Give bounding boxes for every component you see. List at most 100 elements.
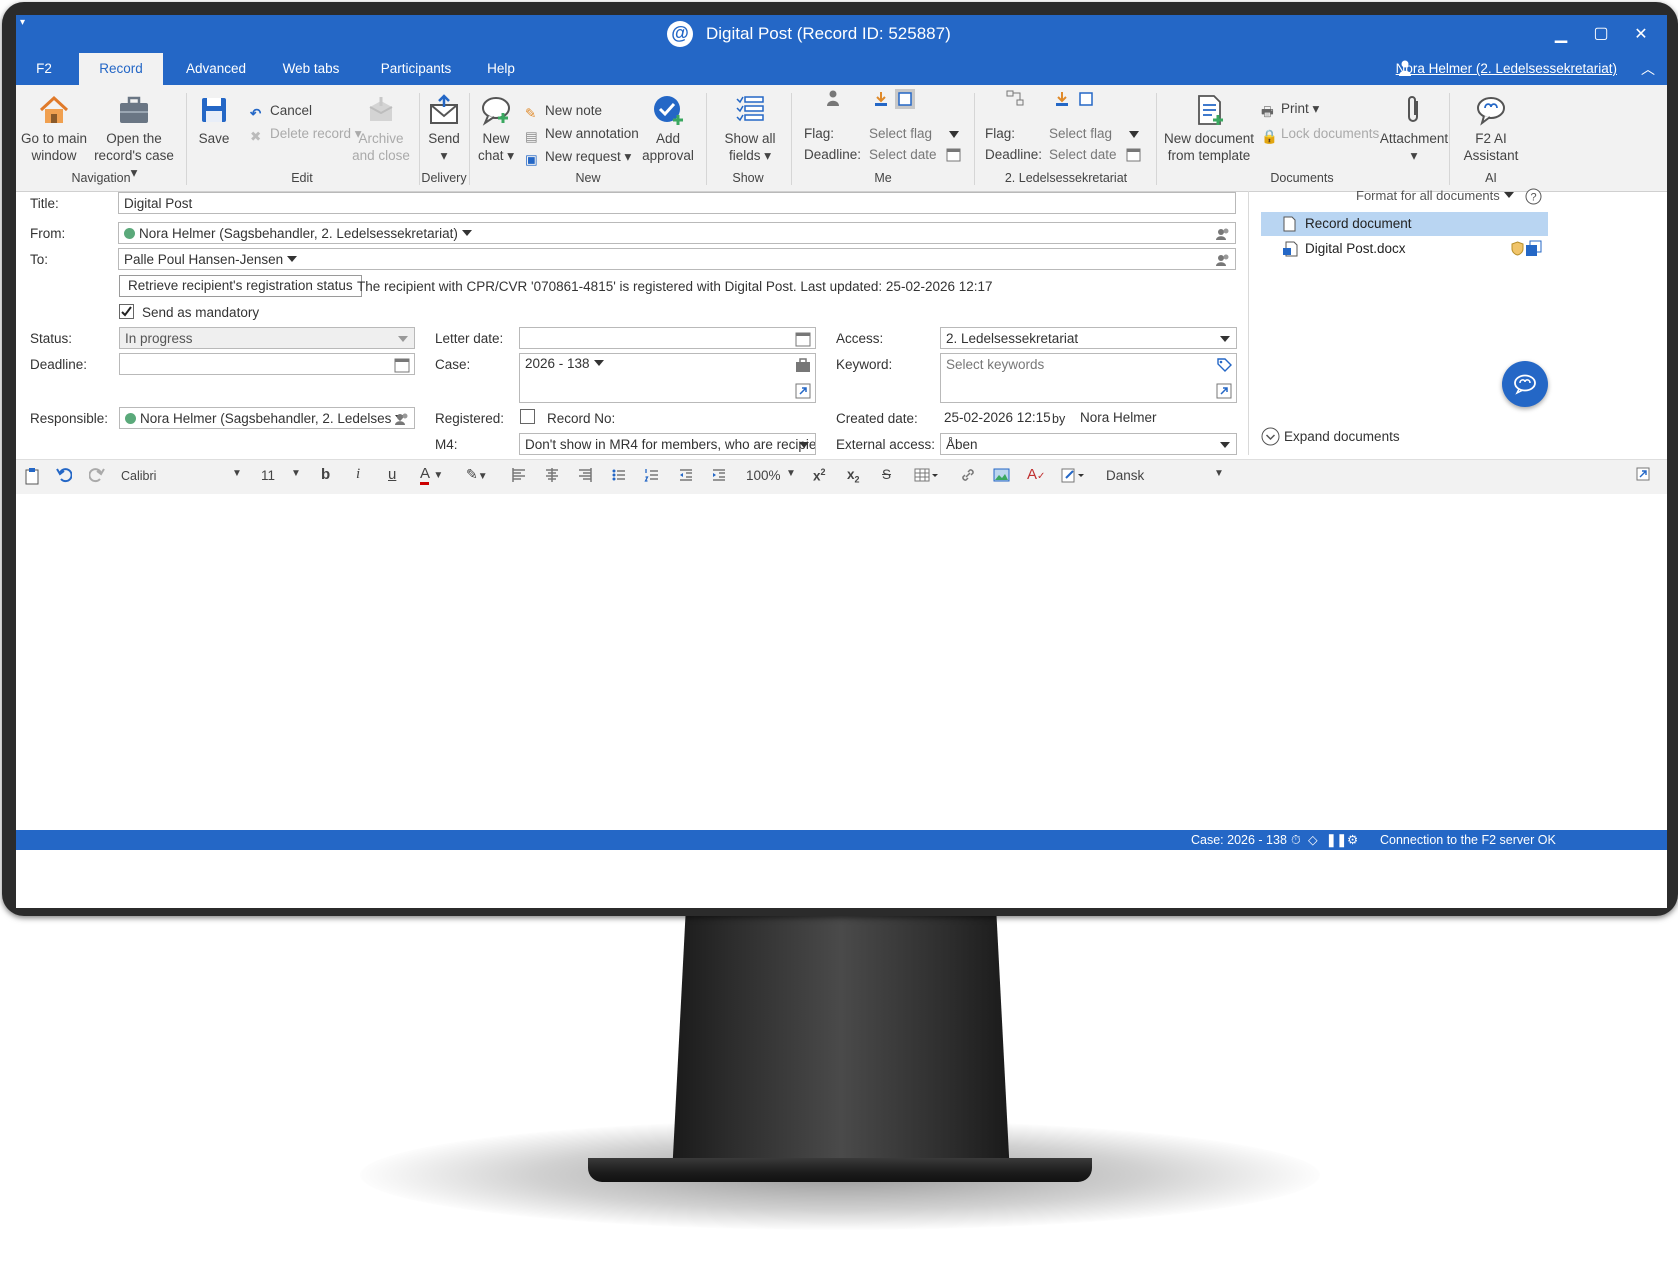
redo-icon[interactable] bbox=[89, 467, 105, 483]
responsible-field[interactable]: Nora Helmer (Sagsbehandler, 2. Ledelses bbox=[119, 407, 415, 429]
editor-body[interactable] bbox=[16, 494, 1667, 830]
me-deadline-select[interactable]: Select date bbox=[869, 147, 937, 162]
open-records-case-button[interactable]: Open the record's case ▾ bbox=[94, 93, 174, 181]
tab-f2[interactable]: F2 bbox=[26, 53, 62, 85]
align-right-icon[interactable] bbox=[577, 467, 593, 483]
track-changes-icon[interactable] bbox=[1061, 467, 1089, 483]
unit-flag-dropdown-icon[interactable] bbox=[1129, 131, 1139, 138]
image-icon[interactable] bbox=[993, 467, 1010, 483]
from-field[interactable]: Nora Helmer (Sagsbehandler, 2. Ledelsess… bbox=[118, 222, 1236, 244]
letter-date-field[interactable] bbox=[519, 327, 816, 349]
lock-documents-button[interactable]: 🔒 Lock documents bbox=[1261, 126, 1379, 144]
calendar-icon[interactable] bbox=[1126, 147, 1141, 162]
chevron-down-icon[interactable] bbox=[287, 256, 298, 262]
align-center-icon[interactable] bbox=[544, 467, 560, 483]
contacts-icon[interactable] bbox=[1215, 226, 1231, 242]
chevron-down-icon[interactable] bbox=[1220, 336, 1230, 342]
timer-icon[interactable]: ⏱ bbox=[1291, 830, 1301, 850]
undo-icon[interactable] bbox=[56, 467, 72, 483]
increase-indent-icon[interactable] bbox=[711, 467, 727, 483]
new-document-from-template-button[interactable]: New document from template bbox=[1162, 93, 1256, 164]
registered-checkbox[interactable] bbox=[520, 409, 535, 424]
subscript-icon[interactable]: x2 bbox=[847, 467, 860, 485]
save-button[interactable]: Save bbox=[192, 93, 236, 147]
link-icon[interactable] bbox=[960, 467, 976, 483]
delete-record-button[interactable]: ✖ Delete record ▾ bbox=[250, 126, 362, 144]
ai-chat-floating-button[interactable] bbox=[1502, 361, 1548, 407]
tab-participants[interactable]: Participants bbox=[366, 53, 466, 85]
contacts-icon[interactable] bbox=[394, 411, 410, 427]
expand-documents-button[interactable]: Expand documents bbox=[1261, 427, 1400, 446]
attachment-button[interactable]: Attachment ▾ bbox=[1376, 93, 1452, 164]
calendar-icon[interactable] bbox=[795, 331, 811, 347]
pause-icon[interactable]: ❚❚ bbox=[1326, 830, 1347, 850]
status-select[interactable]: In progress bbox=[119, 327, 415, 349]
title-field[interactable]: Digital Post bbox=[118, 192, 1236, 214]
tab-record[interactable]: Record bbox=[79, 53, 163, 85]
cancel-button[interactable]: ↶ Cancel bbox=[250, 103, 312, 121]
italic-icon[interactable]: i bbox=[356, 466, 360, 483]
document-item[interactable]: Record document bbox=[1261, 212, 1548, 236]
deadline-field[interactable] bbox=[119, 353, 415, 375]
send-button[interactable]: Send ▾ bbox=[422, 93, 466, 164]
settings-gear-icon[interactable]: ⚙ bbox=[1347, 830, 1358, 850]
flag-status-icon[interactable] bbox=[1078, 91, 1094, 107]
help-icon[interactable]: ? bbox=[1525, 188, 1542, 205]
font-color-icon[interactable]: A ▼ bbox=[420, 465, 443, 485]
contacts-icon[interactable] bbox=[1215, 252, 1231, 268]
chevron-down-icon[interactable] bbox=[461, 230, 472, 236]
f2-ai-assistant-button[interactable]: F2 AI Assistant bbox=[1456, 93, 1526, 164]
spellcheck-icon[interactable]: A✓ bbox=[1027, 466, 1045, 483]
maximize-icon[interactable]: ▢ bbox=[1586, 23, 1616, 43]
bullet-list-icon[interactable] bbox=[611, 467, 627, 483]
document-item[interactable]: Digital Post.docx bbox=[1261, 237, 1548, 261]
open-link-icon[interactable] bbox=[795, 383, 811, 399]
go-to-main-window-button[interactable]: Go to main window bbox=[18, 93, 90, 164]
open-link-icon[interactable] bbox=[1216, 383, 1232, 399]
show-all-fields-button[interactable]: Show all fields ▾ bbox=[716, 93, 784, 164]
unit-deadline-select[interactable]: Select date bbox=[1049, 147, 1117, 162]
language-select[interactable]: Dansk bbox=[1106, 468, 1144, 483]
chevron-down-icon[interactable] bbox=[799, 442, 809, 448]
underline-icon[interactable]: u bbox=[388, 466, 396, 483]
numbered-list-icon[interactable] bbox=[644, 467, 660, 483]
send-as-mandatory-checkbox[interactable] bbox=[119, 304, 134, 319]
popout-editor-icon[interactable] bbox=[1636, 467, 1650, 481]
font-family-select[interactable]: Calibri bbox=[121, 469, 156, 483]
format-for-all-documents-button[interactable]: Format for all documents bbox=[1356, 188, 1514, 203]
case-field[interactable]: 2026 - 138 bbox=[519, 353, 816, 403]
font-size-dropdown-icon[interactable]: ▼ bbox=[291, 468, 301, 479]
add-approval-button[interactable]: Add approval bbox=[638, 93, 698, 164]
chevron-down-icon[interactable] bbox=[398, 336, 408, 342]
collapse-ribbon-icon[interactable]: ︿ bbox=[1641, 59, 1655, 79]
external-access-select[interactable]: Åben bbox=[940, 433, 1237, 455]
calendar-icon[interactable] bbox=[394, 357, 410, 373]
zoom-select[interactable]: 100% bbox=[746, 468, 781, 483]
table-icon[interactable] bbox=[914, 467, 940, 483]
tab-web-tabs[interactable]: Web tabs bbox=[271, 53, 351, 85]
highlight-icon[interactable]: ✎▼ bbox=[466, 466, 488, 483]
paste-icon[interactable] bbox=[24, 467, 40, 485]
new-note-button[interactable]: ✎ New note bbox=[525, 103, 602, 121]
bold-icon[interactable]: b bbox=[321, 466, 330, 483]
current-user-link[interactable]: Nora Helmer (2. Ledelsessekretariat) bbox=[1396, 61, 1617, 76]
calendar-icon[interactable] bbox=[946, 147, 961, 162]
retrieve-registration-status-button[interactable]: Retrieve recipient's registration status bbox=[119, 275, 362, 297]
to-field[interactable]: Palle Poul Hansen-Jensen bbox=[118, 248, 1236, 270]
tag-icon[interactable]: ◇ bbox=[1308, 830, 1318, 850]
language-dropdown-icon[interactable]: ▼ bbox=[1214, 468, 1224, 479]
new-request-button[interactable]: ▣ New request ▾ bbox=[525, 149, 631, 167]
zoom-dropdown-icon[interactable]: ▼ bbox=[786, 468, 796, 479]
decrease-indent-icon[interactable] bbox=[678, 467, 694, 483]
align-left-icon[interactable] bbox=[511, 467, 527, 483]
me-flag-dropdown-icon[interactable] bbox=[949, 131, 959, 138]
superscript-icon[interactable]: x2 bbox=[813, 467, 826, 484]
font-size-select[interactable]: 11 bbox=[261, 468, 275, 483]
tab-help[interactable]: Help bbox=[476, 53, 526, 85]
new-chat-button[interactable]: New chat ▾ bbox=[474, 93, 518, 164]
tag-icon[interactable] bbox=[1216, 357, 1232, 373]
me-flag-select[interactable]: Select flag bbox=[869, 126, 932, 141]
tab-advanced[interactable]: Advanced bbox=[176, 53, 256, 85]
minimize-icon[interactable]: ▁ bbox=[1546, 24, 1576, 44]
font-family-dropdown-icon[interactable]: ▼ bbox=[232, 468, 242, 479]
